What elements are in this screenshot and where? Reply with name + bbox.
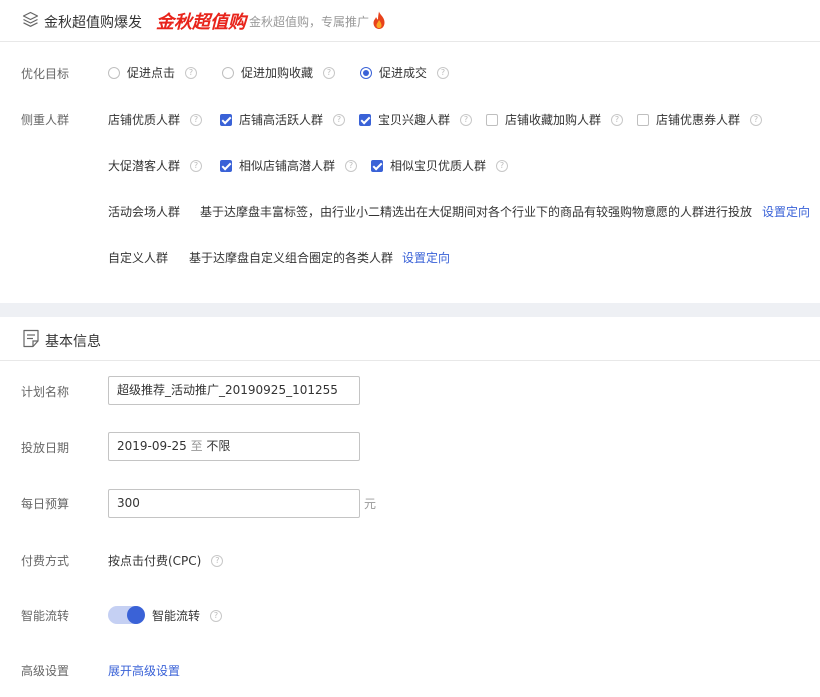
start-date: 2019-09-25: [117, 439, 187, 453]
venue-group-label: 活动会场人群: [108, 205, 181, 219]
budget-label: 每日预算: [21, 497, 70, 511]
help-icon[interactable]: ?: [211, 554, 224, 567]
radio-label: 促进加购收藏: [241, 66, 314, 80]
smart-flow-toggle-label: 智能流转 ?: [152, 607, 223, 624]
help-icon[interactable]: ?: [750, 113, 763, 126]
checkbox[interactable]: [486, 113, 498, 126]
smart-flow-label: 智能流转: [21, 609, 70, 623]
checkbox-checked[interactable]: [220, 113, 232, 126]
help-icon[interactable]: ?: [210, 609, 223, 622]
radio-button[interactable]: [108, 66, 120, 79]
help-icon[interactable]: ?: [345, 159, 358, 172]
venue-set-target-link[interactable]: 设置定向: [762, 203, 810, 220]
checkbox-similar-shop[interactable]: 相似店铺高潜人群 ?: [220, 157, 358, 174]
end-date: 不限: [206, 439, 231, 453]
radio-promote-click[interactable]: 促进点击 ?: [108, 64, 198, 81]
help-icon[interactable]: ?: [190, 159, 203, 172]
campaign-subtitle: 金秋超值购，专属推广: [249, 15, 370, 29]
checkbox-checked[interactable]: [359, 113, 371, 126]
help-icon[interactable]: ?: [323, 66, 336, 79]
venue-group-desc: 基于达摩盘丰富标签，由行业小二精选出在大促期间对各个行业下的商品有较强购物意愿的…: [200, 205, 753, 219]
checkbox-label: 宝贝兴趣人群: [378, 113, 451, 127]
radio-button-selected[interactable]: [360, 66, 372, 79]
fire-icon: [371, 11, 387, 33]
section-divider: [0, 303, 820, 317]
help-icon[interactable]: ?: [611, 113, 624, 126]
plan-name-label: 计划名称: [21, 385, 70, 399]
radio-label: 促进点击: [127, 66, 176, 80]
checkbox-label: 相似店铺高潜人群: [239, 159, 336, 173]
document-icon: [22, 329, 40, 351]
radio-promote-cart[interactable]: 促进加购收藏 ?: [222, 64, 336, 81]
promo-logo: 金秋超值购: [156, 12, 246, 33]
help-icon[interactable]: ?: [460, 113, 473, 126]
checkbox-label: 店铺高活跃人群: [239, 113, 324, 127]
checkbox-checked[interactable]: [371, 159, 383, 172]
date-range-input[interactable]: 2019-09-25 至 不限: [108, 432, 360, 461]
custom-group-label: 自定义人群: [108, 251, 169, 265]
custom-group-desc: 基于达摩盘自定义组合圈定的各类人群: [189, 251, 394, 265]
basic-info-header: [0, 317, 820, 361]
custom-set-target-link[interactable]: 设置定向: [402, 249, 450, 266]
radio-label: 促进成交: [379, 66, 428, 80]
budget-unit: 元: [364, 497, 377, 511]
plan-name-input[interactable]: 超级推荐_活动推广_20190925_101255: [108, 376, 360, 405]
checkbox-similar-item[interactable]: 相似宝贝优质人群 ?: [371, 157, 509, 174]
help-icon[interactable]: ?: [190, 113, 203, 126]
audience-label: 侧重人群: [21, 113, 70, 127]
checkbox-label: 相似宝贝优质人群: [390, 159, 487, 173]
help-icon[interactable]: ?: [437, 66, 450, 79]
checkbox-item-interest[interactable]: 宝贝兴趣人群 ?: [359, 111, 473, 128]
date-label: 投放日期: [21, 441, 70, 455]
help-icon[interactable]: ?: [333, 113, 346, 126]
basic-info-title: 基本信息: [45, 334, 101, 350]
layers-icon: [22, 11, 39, 31]
checkbox-shop-fav-cart[interactable]: 店铺收藏加购人群 ?: [486, 111, 624, 128]
checkbox-shop-coupon[interactable]: 店铺优惠券人群 ?: [637, 111, 763, 128]
expand-advanced-link[interactable]: 展开高级设置: [108, 662, 180, 679]
payment-label: 付费方式: [21, 554, 70, 568]
radio-promote-deal[interactable]: 促进成交 ?: [360, 64, 450, 81]
checkbox-shop-active[interactable]: 店铺高活跃人群 ?: [220, 111, 346, 128]
date-separator: 至: [190, 439, 203, 453]
promo-group-label: 大促潜客人群 ?: [108, 157, 203, 174]
checkbox-checked[interactable]: [220, 159, 232, 172]
payment-value: 按点击付费(CPC) ?: [108, 552, 224, 569]
campaign-title: 金秋超值购爆发: [44, 15, 142, 31]
advanced-label: 高级设置: [21, 664, 70, 678]
checkbox-label: 店铺优惠券人群: [656, 113, 741, 127]
checkbox[interactable]: [637, 113, 649, 126]
radio-button[interactable]: [222, 66, 234, 79]
checkbox-label: 店铺收藏加购人群: [505, 113, 602, 127]
help-icon[interactable]: ?: [496, 159, 509, 172]
toggle-knob[interactable]: [127, 606, 145, 624]
shop-group-label: 店铺优质人群 ?: [108, 111, 203, 128]
help-icon[interactable]: ?: [185, 66, 198, 79]
optimize-label: 优化目标: [21, 67, 70, 81]
budget-input[interactable]: 300: [108, 489, 360, 518]
